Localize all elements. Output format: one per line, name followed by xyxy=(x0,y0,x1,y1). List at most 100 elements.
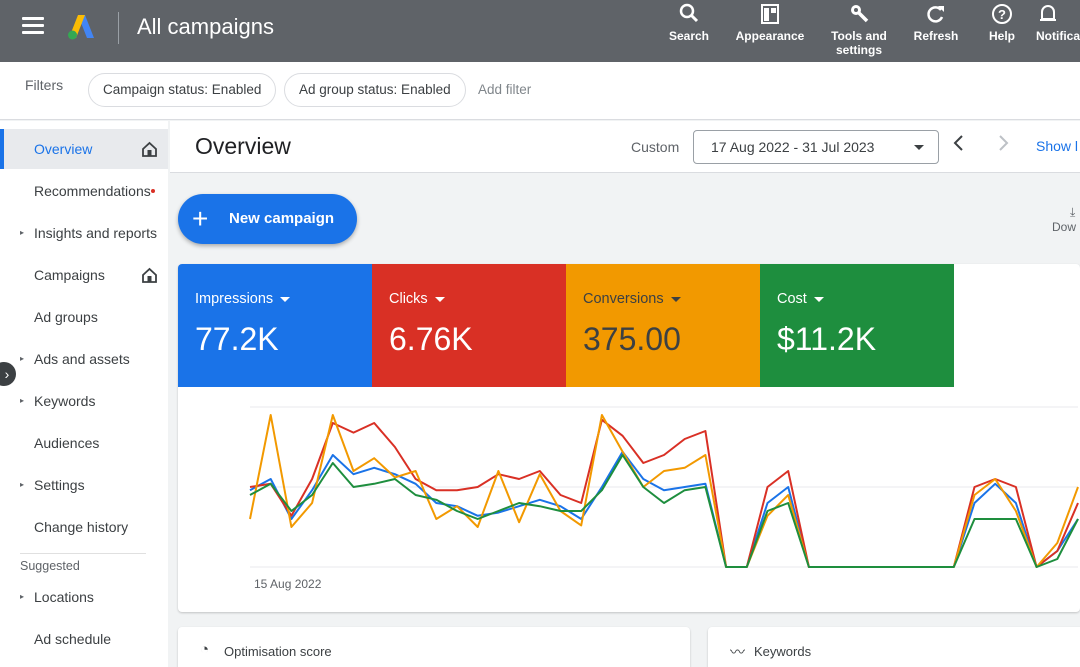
sidebar-item-overview[interactable]: Overview xyxy=(0,129,168,169)
left-navigation: Overview Recommendations ▸ Insights and … xyxy=(0,121,168,667)
metric-name: Clicks xyxy=(389,291,428,307)
tools-settings-label: Tools and settings xyxy=(831,29,887,57)
search-tool-label: Search xyxy=(668,29,710,43)
menu-icon[interactable] xyxy=(22,17,44,35)
sidebar-item-label: Ad groups xyxy=(34,309,98,325)
sidebar-item-label: Insights and reports xyxy=(34,225,157,241)
download-label: Dow xyxy=(1052,220,1077,234)
top-app-bar: All campaigns Search Appearance Tools an… xyxy=(0,0,1080,62)
metric-tile-impressions[interactable]: Impressions 77.2K xyxy=(178,264,372,387)
date-range-value: 17 Aug 2022 - 31 Jul 2023 xyxy=(711,139,875,155)
metric-value: $11.2K xyxy=(777,321,877,357)
previous-period-button[interactable] xyxy=(952,133,966,159)
next-period-button[interactable] xyxy=(996,133,1010,159)
card-title: Keywords xyxy=(754,644,812,659)
metric-value: 6.76K xyxy=(389,321,473,357)
filters-label: Filters xyxy=(25,77,64,93)
sidebar-item-ad-groups[interactable]: Ad groups xyxy=(0,297,168,337)
filter-chip-campaign-status[interactable]: Campaign status: Enabled xyxy=(88,73,277,107)
dropdown-caret-icon xyxy=(914,145,924,150)
sidebar-item-label: Overview xyxy=(34,141,93,157)
performance-chart-card: Impressions 77.2K Clicks 6.76K Conversio… xyxy=(178,264,1080,612)
dropdown-caret-icon xyxy=(434,296,445,302)
wrench-icon xyxy=(851,5,869,23)
card-title: Optimisation score xyxy=(224,644,332,659)
search-icon xyxy=(679,3,699,23)
sidebar-item-label: Change history xyxy=(34,519,129,535)
filter-chip-ad-group-status[interactable]: Ad group status: Enabled xyxy=(284,73,466,107)
help-label: Help xyxy=(988,29,1015,43)
date-range-picker[interactable]: 17 Aug 2022 - 31 Jul 2023 xyxy=(693,130,939,164)
sidebar-item-audiences[interactable]: Audiences xyxy=(0,423,168,463)
optimisation-score-card[interactable]: ◔ Optimisation score xyxy=(178,627,690,667)
refresh-label: Refresh xyxy=(913,29,959,43)
expand-arrow-icon: ▸ xyxy=(20,228,25,237)
sidebar-item-label: Recommendations xyxy=(34,183,151,199)
notifications-button[interactable]: Notifica xyxy=(1036,2,1080,43)
search-tool-button[interactable]: Search xyxy=(666,2,712,43)
home-icon xyxy=(142,141,157,157)
metric-selector[interactable]: Conversions xyxy=(583,291,681,307)
sidebar-item-insights-and-reports[interactable]: ▸ Insights and reports xyxy=(0,213,168,253)
sidebar-item-campaigns[interactable]: Campaigns xyxy=(0,255,168,295)
sidebar-item-label: Ads and assets xyxy=(34,351,130,367)
metric-value: 375.00 xyxy=(583,321,681,357)
dropdown-caret-icon xyxy=(280,296,291,302)
add-filter-button[interactable]: Add filter xyxy=(478,82,531,97)
x-axis-start-label: 15 Aug 2022 xyxy=(254,577,322,591)
expand-arrow-icon: ▸ xyxy=(20,396,25,405)
metric-value: 77.2K xyxy=(195,321,279,357)
metric-selector[interactable]: Impressions xyxy=(195,291,291,307)
appearance-tool-label: Appearance xyxy=(735,29,805,43)
refresh-button[interactable]: Refresh xyxy=(910,2,962,43)
new-campaign-button[interactable]: + New campaign xyxy=(178,194,357,244)
metric-selector[interactable]: Clicks xyxy=(389,291,445,307)
sidebar-item-label: Campaigns xyxy=(34,267,105,283)
page-title: Overview xyxy=(195,133,291,159)
notification-dot xyxy=(151,189,155,193)
download-button[interactable]: ⤓ Dow xyxy=(1052,205,1080,234)
series-line-1 xyxy=(249,418,1079,568)
filter-bar: Filters Campaign status: Enabled Ad grou… xyxy=(0,62,1080,120)
expand-arrow-icon: ▸ xyxy=(20,592,25,601)
sidebar-item-change-history[interactable]: Change history xyxy=(0,507,168,547)
expand-arrow-icon: ▸ xyxy=(20,354,25,363)
keywords-card[interactable]: 〰 Keywords xyxy=(708,627,1080,667)
sidebar-item-ads-and-assets[interactable]: ▸ Ads and assets xyxy=(0,339,168,379)
tools-settings-button[interactable]: Tools and settings xyxy=(826,2,892,57)
sidebar-item-ad-schedule[interactable]: Ad schedule xyxy=(0,619,168,659)
sidebar-divider xyxy=(20,553,146,554)
expand-arrow-icon: ▸ xyxy=(20,480,25,489)
help-button[interactable]: ? Help xyxy=(984,2,1020,43)
home-icon xyxy=(142,267,157,283)
bell-icon xyxy=(1040,5,1056,21)
sidebar-item-label: Ad schedule xyxy=(34,631,112,647)
metric-tile-clicks[interactable]: Clicks 6.76K xyxy=(372,264,566,387)
chevron-right-icon xyxy=(999,135,1009,151)
app-title: All campaigns xyxy=(137,14,274,39)
sidebar-item-label: Audiences xyxy=(34,435,100,451)
sidebar-item-keywords[interactable]: ▸ Keywords xyxy=(0,381,168,421)
chevron-left-icon xyxy=(953,135,963,151)
main-content: Overview Custom 17 Aug 2022 - 31 Jul 202… xyxy=(170,121,1080,667)
refresh-icon xyxy=(927,6,944,23)
metric-name: Impressions xyxy=(195,291,274,307)
metric-selector[interactable]: Cost xyxy=(777,291,824,307)
chevron-right-icon: › xyxy=(4,366,10,382)
sidebar-item-locations[interactable]: ▸ Locations xyxy=(0,577,168,617)
metric-tile-conversions[interactable]: Conversions 375.00 xyxy=(566,264,760,387)
sidebar-item-recommendations[interactable]: Recommendations xyxy=(0,171,168,211)
sidebar-item-settings[interactable]: ▸ Settings xyxy=(0,465,168,505)
dropdown-caret-icon xyxy=(813,296,824,302)
date-preset-label: Custom xyxy=(631,139,680,155)
sidebar-item-label: Settings xyxy=(34,477,85,493)
metric-tile-cost[interactable]: Cost $11.2K xyxy=(760,264,954,387)
show-link[interactable]: Show l xyxy=(1036,138,1078,154)
metric-name: Cost xyxy=(777,291,807,307)
help-icon: ? xyxy=(992,4,1012,24)
appearance-tool-button[interactable]: Appearance xyxy=(732,2,808,43)
appearance-icon xyxy=(761,4,779,24)
metric-name: Conversions xyxy=(583,291,664,307)
sidebar-item-label: Keywords xyxy=(34,393,96,409)
gauge-icon: ◔ xyxy=(200,641,210,658)
